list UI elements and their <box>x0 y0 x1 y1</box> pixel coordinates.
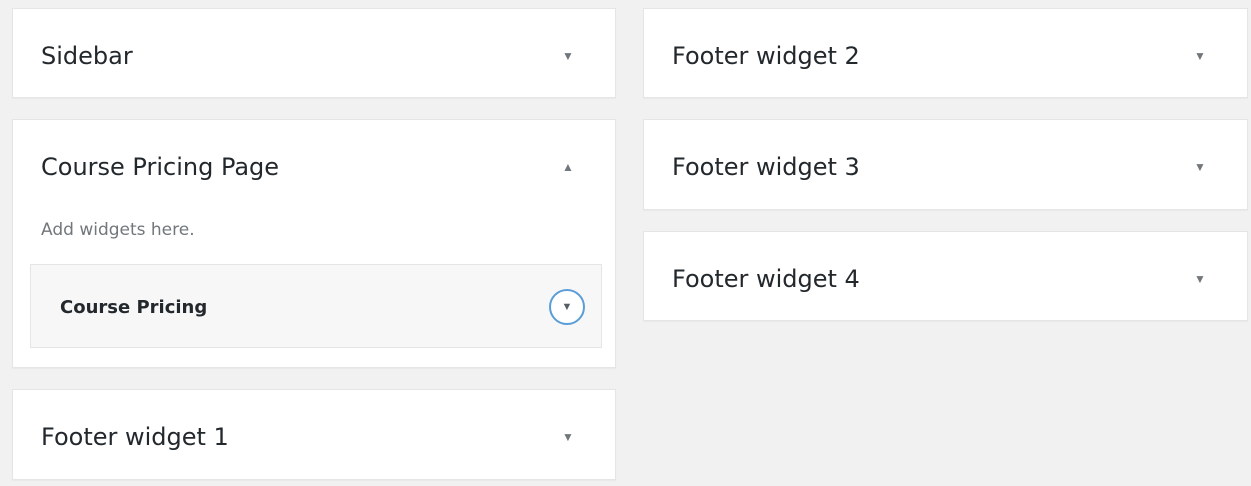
widget-area-header[interactable]: Footer widget 2 ▼ <box>644 9 1247 97</box>
widget-area-footer-widget-4[interactable]: Footer widget 4 ▼ <box>643 231 1248 321</box>
widget-area-course-pricing-page[interactable]: Course Pricing Page ▲ Add widgets here. … <box>12 119 616 368</box>
widget-area-header[interactable]: Footer widget 3 ▼ <box>644 120 1247 208</box>
widget-area-title: Course Pricing Page <box>41 153 280 181</box>
triangle-down-icon[interactable]: ▼ <box>1183 39 1217 73</box>
widget-area-title: Sidebar <box>41 42 133 70</box>
widget-area-footer-widget-1[interactable]: Footer widget 1 ▼ <box>12 389 616 480</box>
widget-area-header[interactable]: Sidebar ▼ <box>13 9 615 97</box>
triangle-down-icon[interactable]: ▼ <box>551 39 585 73</box>
widget-area-title: Footer widget 2 <box>672 42 860 70</box>
widget-area-header[interactable]: Footer widget 4 ▼ <box>644 232 1247 320</box>
triangle-down-icon[interactable]: ▼ <box>551 420 585 454</box>
widget-area-title: Footer widget 1 <box>41 423 229 451</box>
widget-area-title: Footer widget 4 <box>672 265 860 293</box>
triangle-down-icon[interactable]: ▼ <box>1183 262 1217 296</box>
widget-area-header[interactable]: Course Pricing Page ▲ <box>13 120 615 208</box>
triangle-up-icon[interactable]: ▲ <box>551 150 585 184</box>
chevron-down-circle-icon[interactable]: ▼ <box>549 289 585 325</box>
widget-title: Course Pricing <box>60 297 208 318</box>
widget-course-pricing[interactable]: Course Pricing ▼ <box>30 264 602 348</box>
widget-area-footer-widget-2[interactable]: Footer widget 2 ▼ <box>643 8 1248 98</box>
widgets-page: Sidebar ▼ Course Pricing Page ▲ Add widg… <box>0 0 1251 486</box>
widget-area-header[interactable]: Footer widget 1 ▼ <box>13 390 615 478</box>
widget-area-description: Add widgets here. <box>41 220 195 240</box>
widget-area-footer-widget-3[interactable]: Footer widget 3 ▼ <box>643 119 1248 210</box>
triangle-down-icon[interactable]: ▼ <box>1183 150 1217 184</box>
widget-area-sidebar[interactable]: Sidebar ▼ <box>12 8 616 98</box>
widget-area-title: Footer widget 3 <box>672 153 860 181</box>
